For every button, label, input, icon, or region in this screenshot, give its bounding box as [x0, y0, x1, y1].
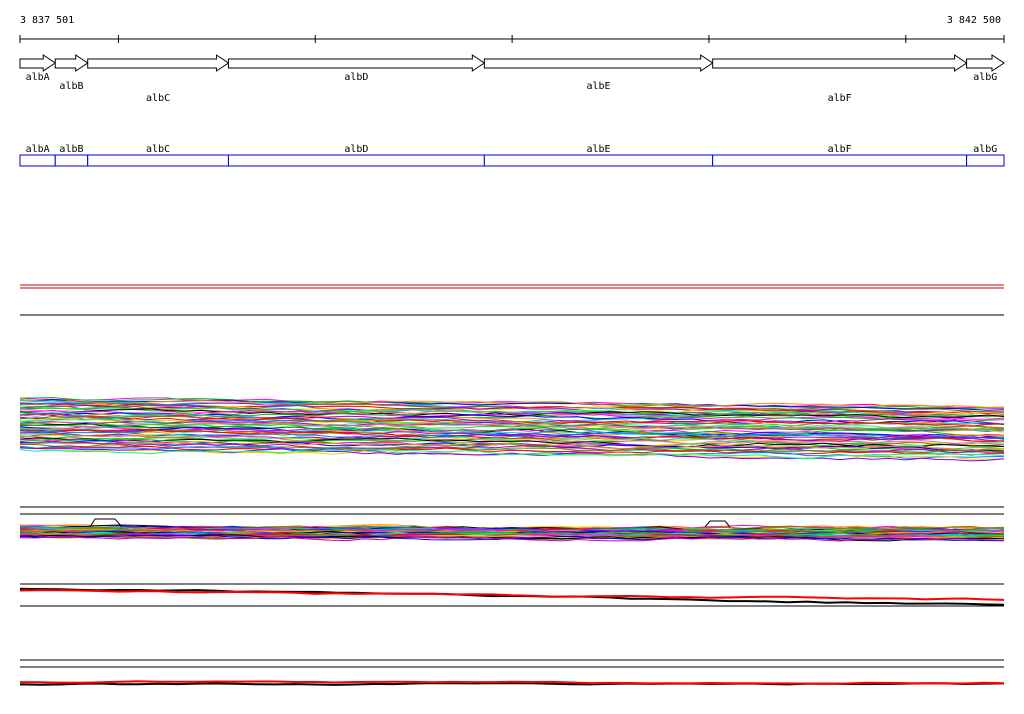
- profile-series-red: [19, 589, 1005, 601]
- genome-browser-canvas: 3 837 501 3 842 500 albA albB albC albD albE…: [19, 15, 1005, 686]
- gene-arrow-label: albE: [586, 81, 610, 92]
- axis-start-label: 3 837 501: [20, 15, 74, 26]
- gene-arrow-albB: [54, 54, 89, 72]
- gene-arrow-albC: [87, 54, 230, 72]
- gene-arrow-label: albC: [146, 93, 170, 104]
- gene-arrow-albE: [483, 54, 714, 72]
- gene-arrow-label: albB: [59, 81, 83, 92]
- expression-tracks: [19, 284, 1005, 686]
- gene-box-albC: [87, 154, 229, 167]
- gene-arrow-label: albF: [828, 93, 852, 104]
- gene-box-albF: [712, 154, 968, 167]
- axis-end-label: 3 842 500: [947, 15, 1001, 26]
- gene-box-label: albD: [344, 144, 368, 155]
- gene-arrow-label: albG: [973, 72, 997, 83]
- gene-box-albB: [54, 154, 89, 167]
- gene-arrow-albG: [966, 54, 1005, 72]
- gene-box-label: albA: [26, 144, 50, 155]
- gene-arrow-albD: [227, 54, 486, 72]
- gene-box-track: albA albB albC albD albE albF albG: [19, 144, 1005, 167]
- gene-box-label: albC: [146, 144, 170, 155]
- gene-box-albA: [19, 154, 56, 167]
- gene-arrow-albF: [712, 54, 968, 72]
- gene-box-label: albF: [828, 144, 852, 155]
- gene-arrow-track: albA albB albC albD albE albF albG: [19, 54, 1005, 104]
- gene-box-albE: [483, 154, 714, 167]
- gene-box-label: albB: [59, 144, 83, 155]
- gene-arrow-label: albA: [26, 72, 50, 83]
- gene-box-albD: [227, 154, 485, 167]
- gene-arrow-label: albD: [344, 72, 368, 83]
- gene-box-label: albG: [973, 144, 997, 155]
- gene-arrow-albA: [19, 54, 57, 72]
- gene-box-label: albE: [586, 144, 610, 155]
- gene-box-albG: [966, 154, 1005, 167]
